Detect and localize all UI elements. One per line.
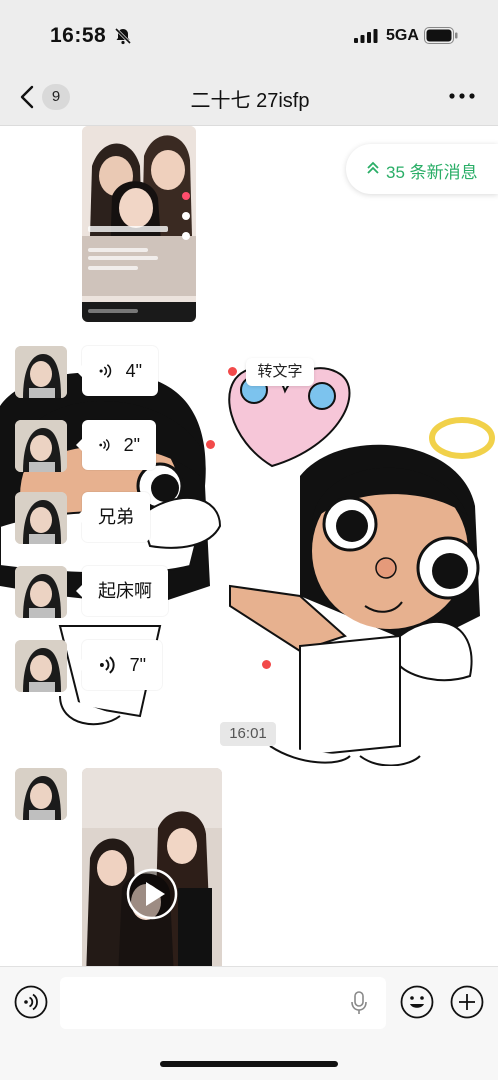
voice-message[interactable]: 2" (76, 420, 156, 470)
status-time: 16:58 (50, 24, 107, 47)
message-input[interactable] (60, 977, 386, 1029)
message-input-bar (0, 966, 498, 1080)
voice-message[interactable]: 4" (76, 346, 158, 396)
transcribe-button[interactable]: 转文字 (246, 358, 314, 386)
chat-title: 二十七 27isfp (190, 90, 310, 112)
avatar[interactable] (15, 492, 67, 544)
avatar[interactable] (15, 566, 67, 618)
voice-mode-icon[interactable] (14, 985, 48, 1019)
unread-dot (228, 367, 237, 376)
unread-dot (262, 660, 271, 669)
new-messages-label: 35 条新消息 (386, 163, 478, 182)
emoji-icon[interactable] (400, 985, 434, 1019)
bell-slash-icon (114, 27, 132, 45)
text-message[interactable]: 起床啊 (76, 566, 168, 616)
avatar[interactable] (15, 640, 67, 692)
voice-wave-icon (99, 439, 110, 451)
voice-duration: 2" (123, 435, 140, 455)
voice-message[interactable]: 7" (76, 640, 162, 690)
voice-wave-icon (99, 364, 112, 378)
video-thumbnail[interactable] (82, 126, 196, 322)
message-timestamp: 16:01 (220, 722, 276, 746)
unread-count-badge[interactable]: 9 (42, 84, 70, 110)
plus-icon[interactable] (450, 985, 484, 1019)
video-thumbnail[interactable] (82, 768, 222, 966)
avatar[interactable] (15, 346, 67, 398)
double-chevron-up-icon (367, 161, 379, 174)
signal-icon (354, 29, 378, 43)
text-message[interactable]: 兄弟 (76, 492, 150, 542)
angel-girl-sticker (0, 366, 495, 766)
network-type: 5GA (386, 27, 419, 44)
voice-duration: 4" (125, 361, 142, 381)
battery-icon (424, 27, 458, 44)
new-messages-pill[interactable]: 35 条新消息 (346, 144, 498, 194)
chat-message-list[interactable]: 35 条新消息 4" 转文字 2" 兄弟 起床啊 7" 16:01 (0, 126, 498, 966)
microphone-icon[interactable] (350, 991, 368, 1015)
avatar[interactable] (15, 420, 67, 472)
home-indicator (160, 1061, 338, 1067)
chat-header: 9 二十七 27isfp (0, 70, 498, 126)
more-icon[interactable] (446, 86, 478, 106)
voice-wave-icon (99, 656, 115, 674)
avatar[interactable] (15, 768, 67, 820)
back-chevron-icon[interactable] (18, 84, 36, 110)
status-bar: 16:58 5GA (0, 0, 498, 70)
unread-dot (206, 440, 215, 449)
voice-duration: 7" (129, 655, 146, 675)
